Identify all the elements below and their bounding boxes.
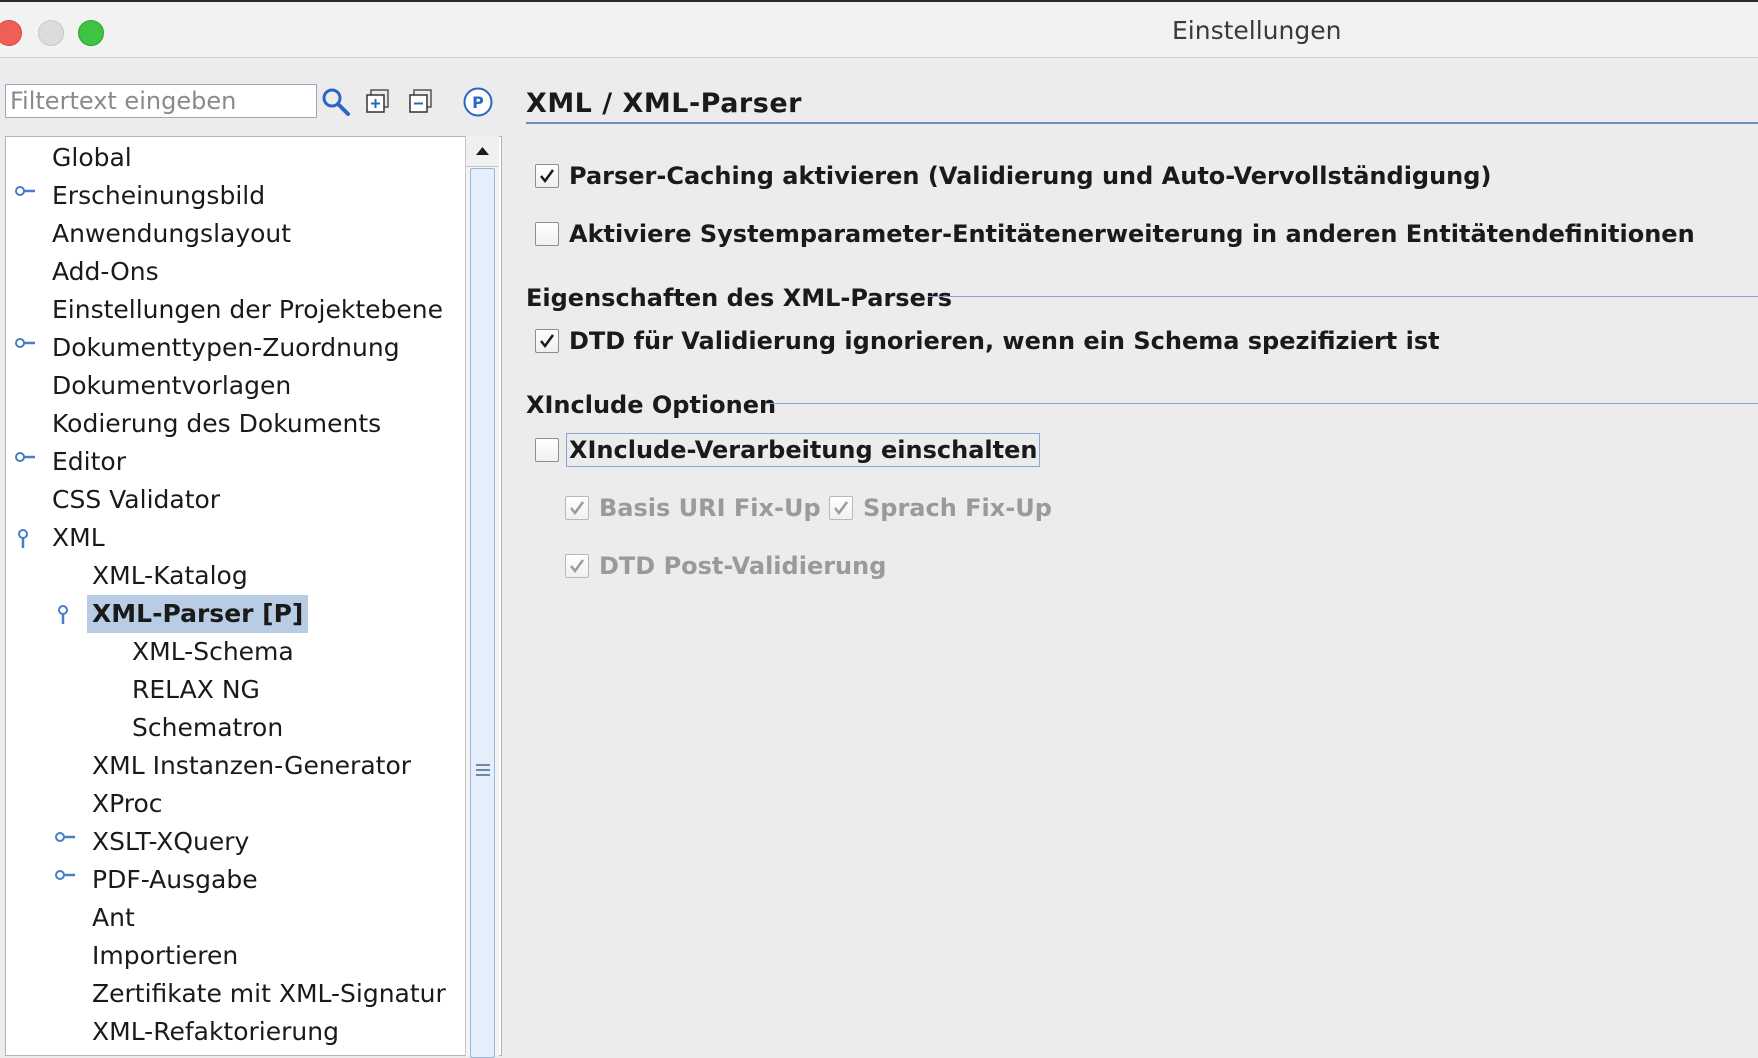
system-param-label: Aktiviere Systemparameter-Entitätenerwei… <box>569 220 1695 248</box>
collapsed-node-icon[interactable] <box>55 828 77 847</box>
collapse-all-icon[interactable] <box>405 86 437 118</box>
tree-item-relax-ng[interactable]: RELAX NG <box>127 671 265 709</box>
collapsed-node-icon[interactable] <box>15 448 37 467</box>
title-bar: Einstellungen <box>0 0 1758 58</box>
tree-item-kodierung[interactable]: Kodierung des Dokuments <box>47 405 386 443</box>
checkmark-icon <box>540 169 555 184</box>
tree-item-pdf-ausgabe[interactable]: PDF-Ausgabe <box>87 861 263 899</box>
section-divider <box>765 403 1758 404</box>
collapsed-node-icon[interactable] <box>55 866 77 885</box>
tree-item-xml-refaktorierung[interactable]: XML-Refaktorierung <box>87 1013 344 1051</box>
tree-item-global[interactable]: Global <box>47 139 137 177</box>
expand-all-icon[interactable] <box>362 86 394 118</box>
lang-fixup-checkbox <box>829 496 853 520</box>
tree-item-dokumentvorlagen[interactable]: Dokumentvorlagen <box>47 367 296 405</box>
filter-input[interactable] <box>5 84 317 118</box>
tree-item-instanzen-generator[interactable]: XML Instanzen-Generator <box>87 747 416 785</box>
project-options-icon[interactable]: P <box>462 86 494 118</box>
scroll-thumb[interactable] <box>470 168 495 1058</box>
tree-item-dokumenttypen[interactable]: Dokumenttypen-Zuordnung <box>47 329 405 367</box>
checkmark-icon <box>570 559 585 574</box>
tree-item-projektebene[interactable]: Einstellungen der Projektebene <box>47 291 448 329</box>
xinclude-enable-label: XInclude-Verarbeitung einschalten <box>565 433 1041 467</box>
tree-item-xml[interactable]: XML <box>47 519 110 557</box>
window-title: Einstellungen <box>1172 16 1342 45</box>
tree-item-add-ons[interactable]: Add-Ons <box>47 253 164 291</box>
search-icon[interactable] <box>320 86 352 118</box>
tree-scrollbar[interactable] <box>465 136 499 1058</box>
system-param-checkbox[interactable] <box>535 222 559 246</box>
preferences-tree: Global Erscheinungsbild Anwendungslayout… <box>5 136 502 1056</box>
base-uri-checkbox <box>565 496 589 520</box>
dtd-ignore-label: DTD für Validierung ignorieren, wenn ein… <box>569 327 1440 355</box>
tree-item-ant[interactable]: Ant <box>87 899 140 937</box>
tree-item-editor[interactable]: Editor <box>47 443 131 481</box>
zoom-window-button[interactable] <box>78 20 104 46</box>
checkmark-icon <box>540 334 555 349</box>
tree-item-css-validator[interactable]: CSS Validator <box>47 481 225 519</box>
base-uri-label: Basis URI Fix-Up <box>599 494 821 522</box>
close-window-button[interactable] <box>0 20 22 46</box>
collapsed-node-icon[interactable] <box>15 334 37 353</box>
checkmark-icon <box>834 501 849 516</box>
expanded-node-icon[interactable] <box>57 605 69 629</box>
tree-item-xml-schema[interactable]: XML-Schema <box>127 633 299 671</box>
section-divider <box>928 296 1758 297</box>
tree-item-anwendungslayout[interactable]: Anwendungslayout <box>47 215 296 253</box>
xinclude-heading: XInclude Optionen <box>526 391 777 419</box>
dtd-post-label: DTD Post-Validierung <box>599 552 887 580</box>
tree-item-xslt-xquery[interactable]: XSLT-XQuery <box>87 823 254 861</box>
checkmark-icon <box>570 501 585 516</box>
dtd-ignore-checkbox[interactable] <box>535 329 559 353</box>
page-title: XML / XML-Parser <box>526 88 802 119</box>
dtd-post-checkbox <box>565 554 589 578</box>
grip-icon <box>476 764 490 779</box>
minimize-window-button[interactable] <box>38 20 64 46</box>
xinclude-enable-checkbox[interactable] <box>535 438 559 462</box>
expanded-node-icon[interactable] <box>17 529 29 553</box>
svg-text:P: P <box>472 93 484 112</box>
tree-item-xml-parser[interactable]: XML-Parser [P] <box>87 595 309 633</box>
tree-item-importieren[interactable]: Importieren <box>87 937 243 975</box>
tree-item-xproc[interactable]: XProc <box>87 785 168 823</box>
tree-item-zertifikate[interactable]: Zertifikate mit XML-Signatur <box>87 975 451 1013</box>
tree-item-xml-katalog[interactable]: XML-Katalog <box>87 557 253 595</box>
parser-properties-heading: Eigenschaften des XML-Parsers <box>526 284 952 312</box>
tree-item-erscheinungsbild[interactable]: Erscheinungsbild <box>47 177 270 215</box>
lang-fixup-label: Sprach Fix-Up <box>863 494 1052 522</box>
parser-caching-label: Parser-Caching aktivieren (Validierung u… <box>569 162 1492 190</box>
scroll-up-button[interactable] <box>466 136 499 167</box>
title-divider <box>526 122 1758 124</box>
collapsed-node-icon[interactable] <box>15 182 37 201</box>
tree-item-schematron[interactable]: Schematron <box>127 709 288 747</box>
parser-caching-checkbox[interactable] <box>535 164 559 188</box>
